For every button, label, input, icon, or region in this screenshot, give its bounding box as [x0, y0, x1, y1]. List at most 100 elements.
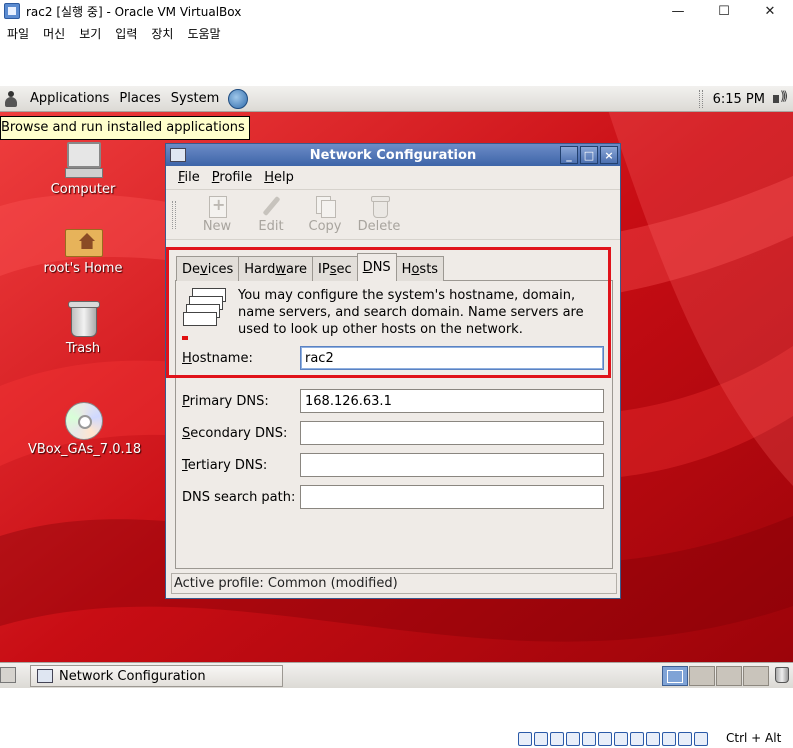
desktop-icon-home[interactable]: root's Home — [28, 219, 138, 276]
workspace-2[interactable] — [689, 666, 715, 686]
edit-icon — [260, 195, 282, 217]
workspace-3[interactable] — [716, 666, 742, 686]
desktop-icon-computer[interactable]: Computer — [28, 140, 138, 197]
desktop-icon-label: root's Home — [43, 261, 123, 276]
desktop-icon-trash[interactable]: Trash — [28, 299, 138, 356]
gnome-bottom-panel: Network Configuration — [0, 662, 793, 688]
minimize-button[interactable]: — — [655, 0, 701, 22]
copy-button-label: Copy — [308, 219, 342, 234]
nc-statusbar: Active profile: Common (modified) — [171, 573, 617, 594]
network-icon — [37, 669, 53, 683]
primary-dns-row: Primary DNS: — [182, 389, 606, 413]
delete-icon — [368, 195, 390, 218]
edit-button-label: Edit — [258, 219, 284, 234]
secondary-dns-label: Secondary DNS: — [182, 425, 288, 441]
toolbar-handle[interactable] — [172, 200, 176, 229]
host-titlebar: rac2 [실행 중] - Oracle VM VirtualBox — ☐ ✕ — [0, 0, 793, 22]
dns-search-path-input[interactable] — [300, 485, 604, 509]
workspace-switcher — [662, 666, 769, 686]
gnome-foot-icon — [3, 90, 19, 108]
primary-dns-label: Primary DNS: — [182, 393, 269, 409]
host-menu-view[interactable]: 보기 — [72, 25, 108, 42]
shared-folders-icon[interactable] — [598, 732, 612, 746]
workspace-4[interactable] — [743, 666, 769, 686]
menu-system[interactable]: System — [166, 91, 224, 106]
host-menu-input[interactable]: 입력 — [108, 25, 144, 42]
menu-places[interactable]: Places — [114, 91, 165, 106]
volume-icon[interactable] — [771, 89, 791, 108]
primary-dns-input[interactable] — [300, 389, 604, 413]
tertiary-dns-row: Tertiary DNS: — [182, 453, 606, 477]
taskbar-label: Network Configuration — [59, 668, 206, 684]
new-button-label: New — [202, 219, 232, 234]
nc-titlebar[interactable]: Network Configuration _ □ × — [166, 144, 620, 166]
secondary-dns-input[interactable] — [300, 421, 604, 445]
trash-icon — [63, 299, 103, 339]
optical-drive-icon[interactable] — [534, 732, 548, 746]
web-browser-icon[interactable] — [228, 88, 249, 109]
nc-menu-file[interactable]: File — [172, 170, 206, 185]
gnome-top-panel: Applications Places System 6:15 PM — [0, 86, 793, 112]
close-button[interactable]: ✕ — [747, 0, 793, 22]
copy-button[interactable]: Copy — [298, 195, 352, 234]
dns-search-path-label: DNS search path: — [182, 489, 296, 505]
usb-icon[interactable] — [582, 732, 596, 746]
secondary-dns-row: Secondary DNS: — [182, 421, 606, 445]
cd-icon — [63, 400, 103, 440]
panel-tray: 6:15 PM — [698, 86, 793, 112]
host-window-controls: — ☐ ✕ — [655, 0, 793, 22]
host-window-title: rac2 [실행 중] - Oracle VM VirtualBox — [26, 4, 242, 19]
host-key-label: Ctrl + Alt — [726, 731, 782, 745]
desktop-icon-label: Computer — [50, 182, 116, 197]
new-icon — [206, 195, 228, 218]
nc-menu-help[interactable]: Help — [258, 170, 300, 185]
new-button[interactable]: New — [190, 195, 244, 234]
workspace-1[interactable] — [662, 666, 688, 686]
edit-button[interactable]: Edit — [244, 195, 298, 234]
network-adapter-icon[interactable] — [566, 732, 580, 746]
copy-icon — [314, 195, 336, 218]
dns-search-path-row: DNS search path: — [182, 485, 606, 509]
host-menu-devices[interactable]: 장치 — [144, 25, 180, 42]
audio-icon[interactable] — [550, 732, 564, 746]
desktop-icon-label: VBox_GAs_7.0.18 — [28, 442, 142, 457]
show-desktop-icon[interactable] — [0, 667, 16, 683]
nc-menubar: File Profile Help — [166, 166, 620, 190]
host-menu-file[interactable]: 파일 — [0, 25, 36, 42]
host-menu-machine[interactable]: 머신 — [36, 25, 72, 42]
panel-trash-icon[interactable] — [775, 667, 789, 683]
computer-icon — [63, 140, 103, 180]
nc-menu-profile[interactable]: Profile — [206, 170, 258, 185]
vt-x-icon[interactable] — [662, 732, 676, 746]
clock[interactable]: 6:15 PM — [713, 92, 765, 107]
recording-icon[interactable] — [630, 732, 644, 746]
virtualbox-icon — [4, 3, 20, 19]
nc-toolbar: New Edit Copy Delete — [166, 190, 620, 240]
home-folder-icon — [63, 219, 103, 259]
desktop-icon-label: Trash — [65, 341, 101, 356]
host-statusbar: Ctrl + Alt — [0, 730, 793, 748]
nc-minimize-button[interactable]: _ — [560, 146, 578, 164]
panel-handle[interactable] — [698, 90, 703, 108]
annotation-highlight-box — [166, 247, 611, 378]
desktop-icon-vbox-cd[interactable]: VBox_GAs_7.0.18 — [28, 400, 142, 457]
nc-maximize-button[interactable]: □ — [580, 146, 598, 164]
nc-close-button[interactable]: × — [600, 146, 618, 164]
host-menu-help[interactable]: 도움말 — [180, 25, 227, 42]
hard-disk-icon[interactable] — [518, 732, 532, 746]
cpu-icon[interactable] — [646, 732, 660, 746]
tertiary-dns-input[interactable] — [300, 453, 604, 477]
applications-tooltip: Browse and run installed applications — [0, 116, 250, 140]
delete-button[interactable]: Delete — [352, 195, 406, 234]
nc-window-controls: _ □ × — [560, 146, 618, 164]
vm-status-icons — [518, 732, 708, 746]
nc-window-title: Network Configuration — [309, 147, 477, 163]
maximize-button[interactable]: ☐ — [701, 0, 747, 22]
mouse-integration-icon[interactable] — [678, 732, 692, 746]
taskbar-network-configuration[interactable]: Network Configuration — [30, 665, 283, 687]
tertiary-dns-label: Tertiary DNS: — [182, 457, 268, 473]
keyboard-capture-icon[interactable] — [694, 732, 708, 746]
display-icon[interactable] — [614, 732, 628, 746]
menu-applications[interactable]: Applications — [25, 91, 114, 106]
host-menubar: 파일 머신 보기 입력 장치 도움말 — [0, 22, 793, 44]
